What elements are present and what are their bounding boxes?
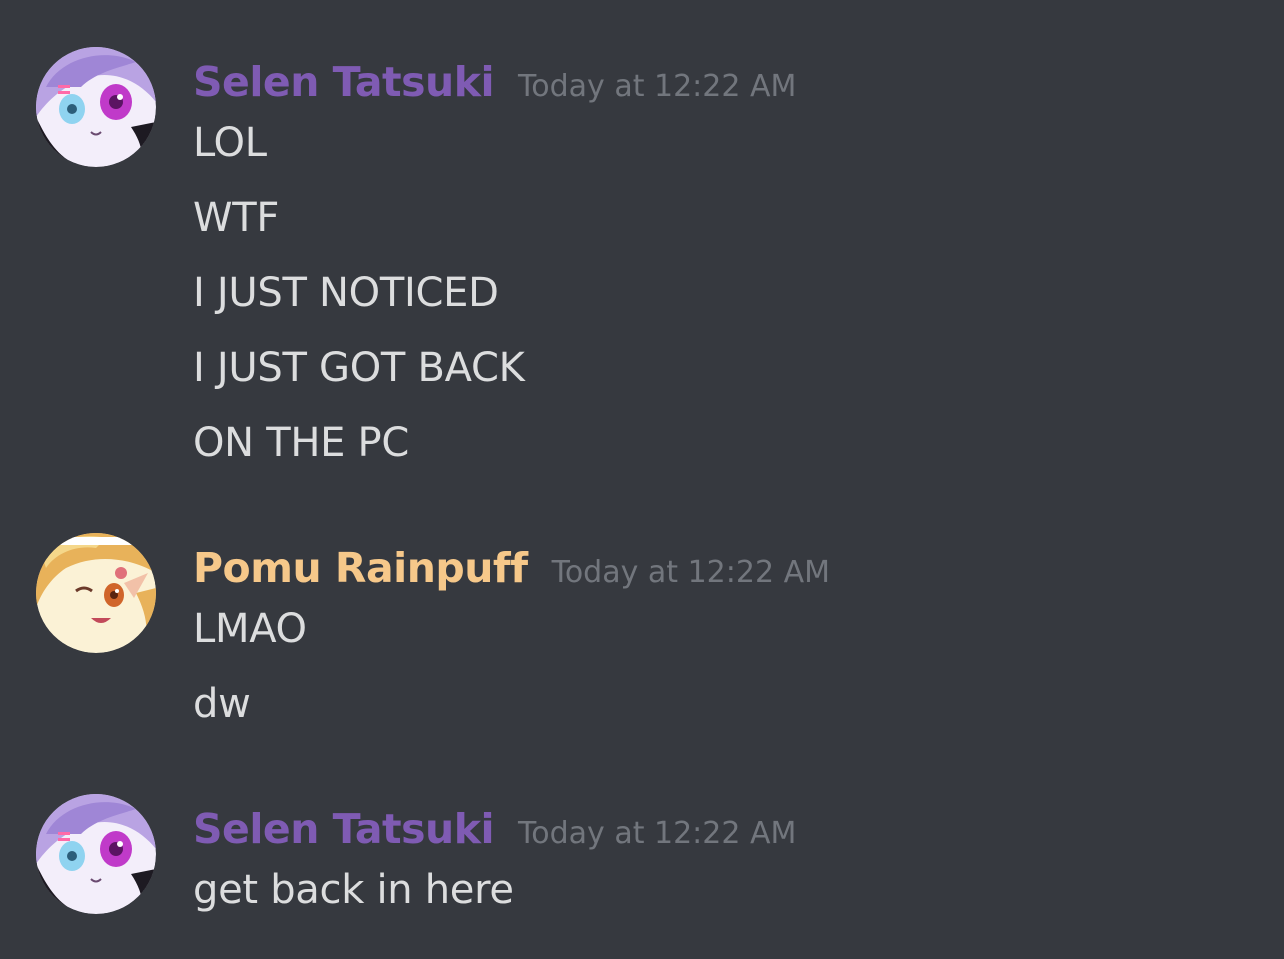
message-group: Selen Tatsuki Today at 12:22 AM get back … [0,794,1284,933]
message-text: LMAO [193,606,307,652]
timestamp: Today at 12:22 AM [518,69,797,104]
message-text: I JUST NOTICED [193,270,499,316]
username[interactable]: Selen Tatsuki [193,56,495,108]
username[interactable]: Selen Tatsuki [193,803,495,855]
message-group: Selen Tatsuki Today at 12:22 AM LOL WTF I… [0,47,1284,476]
username[interactable]: Pomu Rainpuff [193,542,528,594]
message-text: ON THE PC [193,420,409,466]
chat-messages: Selen Tatsuki Today at 12:22 AM LOL WTF I… [0,0,1284,959]
message-text: get back in here [193,867,514,913]
message-text: LOL [193,120,267,166]
message-text: WTF [193,195,280,241]
message-group: Pomu Rainpuff Today at 12:22 AM LMAO dw [0,533,1284,742]
message-header: Selen Tatsuki Today at 12:22 AM [193,803,796,855]
selen-avatar-icon[interactable] [36,47,156,167]
message-text: dw [193,681,251,727]
pomu-avatar-icon[interactable] [36,533,156,653]
selen-avatar-icon[interactable] [36,794,156,914]
timestamp: Today at 12:22 AM [551,555,830,590]
message-text: I JUST GOT BACK [193,345,525,391]
message-header: Pomu Rainpuff Today at 12:22 AM [193,542,830,594]
timestamp: Today at 12:22 AM [518,816,797,851]
message-header: Selen Tatsuki Today at 12:22 AM [193,56,796,108]
